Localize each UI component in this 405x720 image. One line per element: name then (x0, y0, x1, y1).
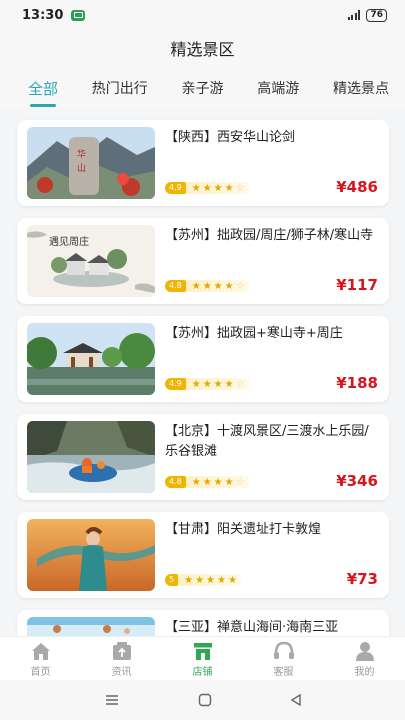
rating-bar: 4.8 ★ ★ ★ ★ ☆ (165, 280, 249, 292)
image-calligraphy: 遇见周庄 (49, 235, 89, 248)
notification-icon (71, 9, 86, 21)
page-header: 精选景区 (0, 30, 405, 66)
nav-home[interactable]: 首页 (11, 641, 71, 678)
attraction-image (27, 519, 155, 591)
headset-icon (273, 641, 294, 659)
star-rating: ★ ★ ★ ★ ☆ (185, 476, 249, 488)
price: ¥73 (346, 570, 378, 588)
status-time: 13:30 (22, 7, 64, 23)
rating-score: 4.9 (165, 378, 186, 390)
nav-store[interactable]: 店铺 (173, 641, 233, 678)
svg-text:华: 华 (77, 148, 86, 160)
star-rating: ★ ★ ★ ★ ☆ (185, 182, 249, 194)
back-icon[interactable] (290, 693, 302, 707)
svg-text:山: 山 (77, 163, 86, 174)
price: ¥346 (336, 472, 378, 490)
tab-premium-trip[interactable]: 高端游 (257, 78, 299, 98)
rating-score: 5 (165, 574, 179, 586)
star-rating: ★ ★ ★ ★ ★ (178, 574, 241, 586)
nav-profile-label: 我的 (354, 666, 375, 678)
rating-bar: 4.8 ★ ★ ★ ★ ☆ (165, 476, 249, 488)
rating-bar: 5 ★ ★ ★ ★ ★ (165, 574, 241, 586)
nav-news-label: 资讯 (111, 666, 132, 678)
signal-icon (347, 10, 361, 20)
category-tabs: 全部 热门出行 亲子游 高端游 精选景点 (0, 66, 405, 110)
nav-service[interactable]: 客服 (254, 641, 314, 678)
price: ¥188 (336, 374, 378, 392)
news-icon (112, 641, 131, 660)
attraction-title: 【陕西】西安华山论剑 (165, 130, 296, 145)
menu-icon[interactable] (104, 694, 120, 706)
attraction-title: 【北京】十渡风景区/三渡水上乐园/乐谷银滩 (165, 424, 369, 459)
system-navigation-bar (0, 680, 405, 720)
attraction-title: 【苏州】拙政园/周庄/狮子林/寒山寺 (165, 228, 374, 243)
nav-profile[interactable]: 我的 (335, 641, 395, 678)
nav-home-label: 首页 (30, 666, 51, 678)
nav-service-label: 客服 (273, 666, 294, 678)
attraction-image: 遇见周庄 (27, 225, 155, 297)
nav-store-label: 店铺 (192, 666, 213, 678)
user-icon (355, 641, 374, 661)
star-rating: ★ ★ ★ ★ ☆ (185, 280, 249, 292)
rating-score: 4.8 (165, 280, 186, 292)
rating-bar: 4.9 ★ ★ ★ ★ ☆ (165, 182, 249, 194)
attraction-card[interactable]: 【北京】十渡风景区/三渡水上乐园/乐谷银滩 4.8 ★ ★ ★ ★ ☆ ¥346 (17, 414, 389, 500)
rating-score: 4.9 (165, 182, 186, 194)
attraction-card[interactable]: 【苏州】拙政园+寒山寺+周庄 4.9 ★ ★ ★ ★ ☆ ¥188 (17, 316, 389, 402)
page-title: 精选景区 (170, 40, 235, 59)
status-bar: 13:30 76 (0, 0, 405, 30)
bottom-navigation: 首页 资讯 店铺 客服 我的 (0, 636, 405, 681)
tab-featured-spots[interactable]: 精选景点 (333, 78, 389, 98)
rating-bar: 4.9 ★ ★ ★ ★ ☆ (165, 378, 249, 390)
price: ¥117 (336, 276, 378, 294)
home-icon (31, 642, 50, 660)
rating-score: 4.8 (165, 476, 186, 488)
tab-popular-travel[interactable]: 热门出行 (92, 78, 148, 98)
attraction-card[interactable]: 【甘肃】阳关遗址打卡敦煌 5 ★ ★ ★ ★ ★ ¥73 (17, 512, 389, 598)
tab-family-trip[interactable]: 亲子游 (181, 78, 223, 98)
attraction-image: 华 山 (27, 127, 155, 199)
star-rating: ★ ★ ★ ★ ☆ (185, 378, 249, 390)
price: ¥486 (336, 178, 378, 196)
nav-news[interactable]: 资讯 (92, 641, 152, 678)
store-icon (193, 642, 212, 660)
attraction-title: 【三亚】禅意山海间·海南三亚 (165, 620, 339, 635)
home-button-icon[interactable] (198, 693, 212, 707)
attraction-image (27, 421, 155, 493)
attraction-title: 【苏州】拙政园+寒山寺+周庄 (165, 326, 343, 341)
attraction-title: 【甘肃】阳关遗址打卡敦煌 (165, 522, 322, 537)
battery-indicator: 76 (366, 8, 387, 22)
attraction-card[interactable]: 华 山 【陕西】西安华山论剑 4.9 ★ ★ ★ ★ ☆ ¥486 (17, 120, 389, 206)
attraction-card[interactable]: 遇见周庄 【苏州】拙政园/周庄/狮子林/寒山寺 4.8 ★ ★ ★ ★ ☆ ¥117 (17, 218, 389, 304)
attraction-list: 华 山 【陕西】西安华山论剑 4.9 ★ ★ ★ ★ ☆ ¥486 遇见周庄 【… (0, 112, 405, 640)
tab-all[interactable]: 全部 (28, 78, 58, 107)
attraction-image (27, 323, 155, 395)
